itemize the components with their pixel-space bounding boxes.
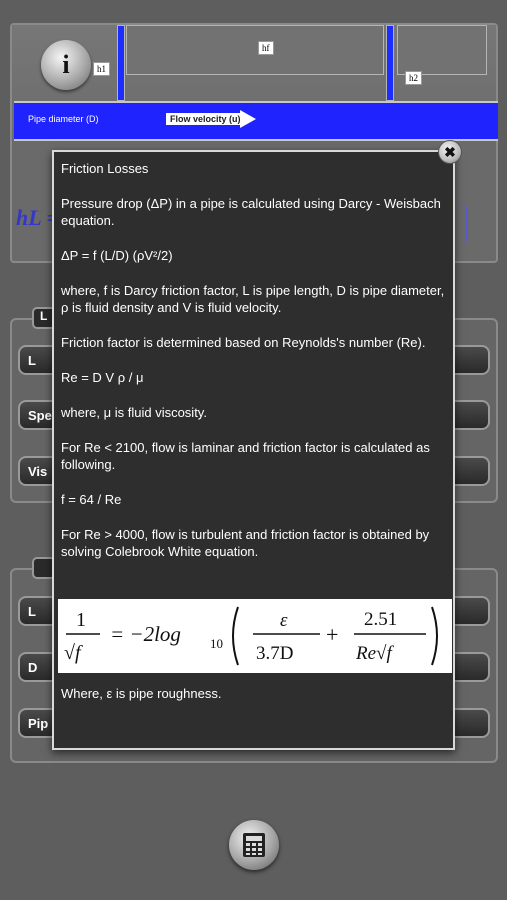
manometer-reservoir-2	[397, 25, 487, 75]
darcy-equation: ΔP = f (L/D) (ρV²/2)	[61, 248, 173, 263]
colebrook-equation: 1 √f = −2log 10 ε 3.7D + 2.51 Re√f	[58, 599, 452, 673]
reynolds-equation: Re = D V ρ / μ	[61, 370, 144, 385]
colebrook-lhs-den: √f	[64, 642, 83, 664]
viscosity-note: where, μ is fluid viscosity.	[61, 405, 207, 420]
row-label: L	[28, 604, 36, 619]
colebrook-term2-den: Re√f	[355, 643, 394, 664]
reynolds-intro: Friction factor is determined based on R…	[61, 335, 426, 350]
calculate-button[interactable]	[229, 820, 279, 870]
colebrook-log-base: 10	[210, 636, 223, 651]
formula-bracket	[456, 204, 468, 244]
close-button[interactable]: ✖	[438, 140, 462, 164]
laminar-note: For Re < 2100, flow is laminar and frict…	[61, 440, 430, 472]
turbulent-note: For Re > 4000, flow is turbulent and fri…	[61, 527, 430, 559]
close-icon: ✖	[444, 143, 456, 160]
row-label: Vis	[28, 464, 48, 479]
darcy-variables: where, f is Darcy friction factor, L is …	[61, 283, 445, 315]
info-icon: i	[62, 50, 70, 79]
darcy-intro: Pressure drop (ΔP) in a pipe is calculat…	[61, 196, 441, 228]
manometer-reservoir-1	[126, 25, 384, 75]
colebrook-coefficient: = −2log	[110, 622, 181, 646]
pipe-diameter-label: Pipe diameter (D)	[28, 114, 99, 124]
row-label: Pip	[28, 716, 49, 731]
dialog-title: Friction Losses	[61, 161, 149, 176]
colebrook-plus: +	[326, 622, 338, 647]
friction-losses-dialog: Friction Losses Pressure drop (ΔP) in a …	[52, 150, 455, 750]
info-button[interactable]: i	[41, 40, 91, 90]
dialog-content: Friction Losses Pressure drop (ΔP) in a …	[61, 160, 447, 578]
row-label: L	[28, 353, 36, 368]
row-label: D	[28, 660, 38, 675]
hf-label: hf	[258, 41, 274, 55]
laminar-equation: f = 64 / Re	[61, 492, 122, 507]
h2-label: h2	[405, 71, 422, 85]
roughness-note: Where, ε is pipe roughness.	[61, 686, 222, 701]
calculator-icon	[243, 833, 265, 857]
flow-velocity-label: Flow velocity (u)	[170, 114, 241, 124]
manometer-tube-2	[386, 25, 394, 101]
h1-label: h1	[93, 62, 110, 76]
colebrook-term2-num: 2.51	[364, 609, 397, 630]
colebrook-term1-num: ε	[280, 610, 288, 631]
manometer-tube-1	[117, 25, 125, 101]
colebrook-term1-den: 3.7D	[256, 643, 293, 664]
colebrook-lhs-num: 1	[76, 609, 86, 631]
row-label: Spe	[28, 408, 52, 423]
